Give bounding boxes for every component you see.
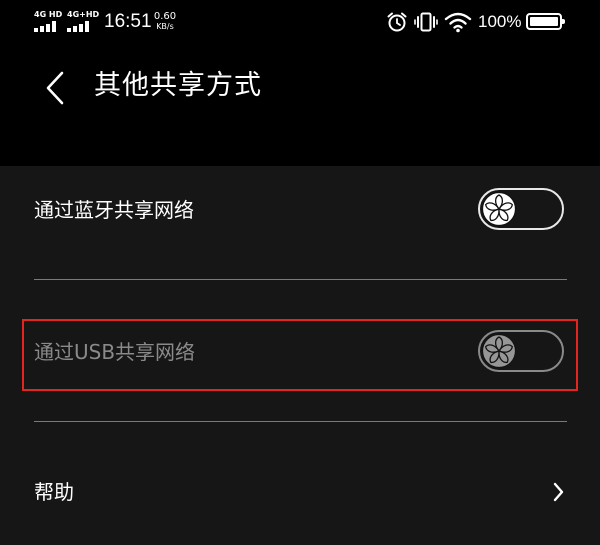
chevron-right-icon — [548, 478, 568, 506]
divider — [34, 279, 567, 280]
signal-bars-icon — [34, 21, 62, 32]
bluetooth-sharing-row[interactable]: 通过蓝牙共享网络 — [0, 166, 600, 254]
alarm-icon — [386, 11, 408, 37]
back-button[interactable] — [34, 62, 78, 112]
vibrate-icon — [414, 11, 438, 37]
status-time: 16:51 — [104, 11, 152, 32]
chevron-left-icon — [34, 71, 78, 116]
toggle-knob-icon — [481, 191, 517, 227]
page-title: 其他共享方式 — [94, 70, 262, 101]
help-row[interactable]: 帮助 — [0, 448, 600, 545]
highlight-box — [22, 319, 578, 391]
bluetooth-sharing-label: 通过蓝牙共享网络 — [34, 198, 194, 222]
help-label: 帮助 — [34, 480, 74, 504]
network-speed-value: 0.60 — [153, 11, 177, 22]
network-speed-unit: KB/s — [156, 22, 174, 31]
wifi-icon — [444, 11, 472, 37]
network-type-2: 4G+HD — [67, 10, 100, 19]
section-gap — [0, 254, 600, 308]
network-type-1: 4G HD — [34, 10, 63, 19]
bluetooth-sharing-toggle[interactable] — [478, 188, 564, 230]
network-speed: 0.60 KB/s — [150, 11, 180, 32]
battery-percentage: 100% — [478, 12, 522, 31]
signal-indicator-2: 4G+HD — [67, 10, 100, 34]
signal-bars-icon — [67, 21, 95, 32]
section-gap — [0, 396, 600, 448]
divider — [34, 421, 567, 422]
signal-indicator-1: 4G HD — [34, 10, 64, 34]
status-bar: 4G HD 4G+HD 16:51 0.60 KB/s 100% — [0, 0, 600, 44]
battery-icon — [526, 13, 565, 30]
